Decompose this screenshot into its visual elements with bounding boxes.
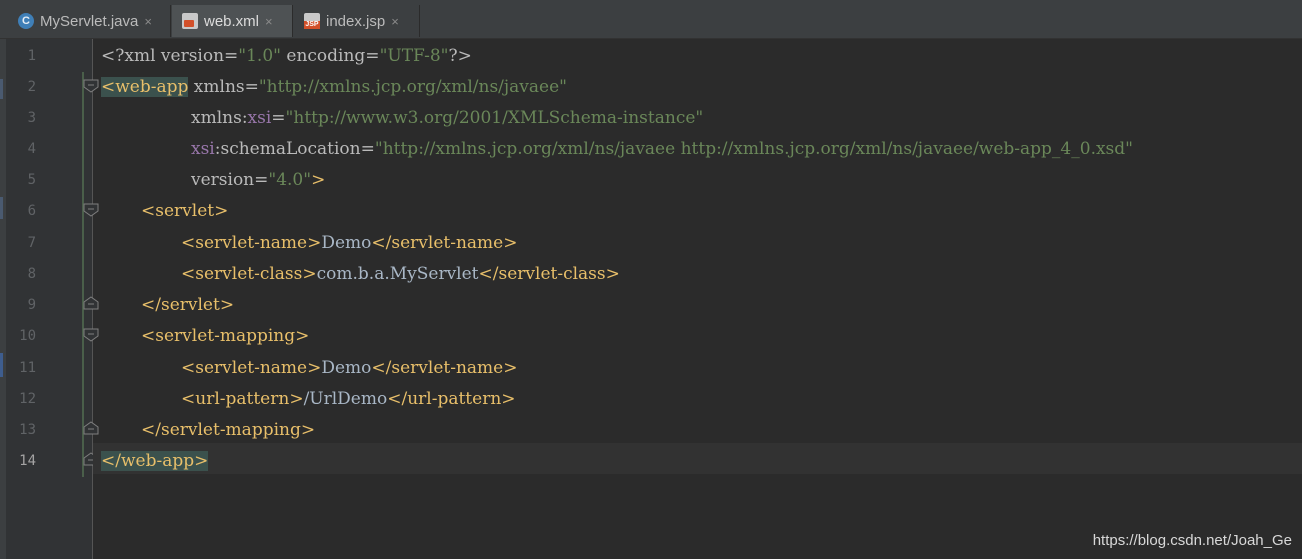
code-line-9[interactable]: </servlet> [141,290,234,321]
line-number: 11 [19,360,36,376]
code-line-14[interactable]: </web-app> [101,446,209,477]
code-line-4[interactable]: xsi:schemaLocation="http://xmlns.jcp.org… [191,134,1133,165]
xml-file-icon [182,13,198,29]
line-number-current: 14 [19,453,36,469]
code-line-7[interactable]: <servlet-name>Demo</servlet-name> [181,228,517,259]
strip-marker [0,79,3,99]
current-line-highlight [93,443,1302,474]
tab-myservlet-java[interactable]: C MyServlet.java × [8,5,171,37]
close-icon[interactable]: × [144,14,152,29]
line-number: 2 [27,79,36,95]
line-number: 4 [27,141,36,157]
tab-index-jsp[interactable]: JSP index.jsp × [294,5,420,37]
close-icon[interactable]: × [265,14,273,29]
line-number: 8 [27,266,36,282]
line-number: 9 [27,297,36,313]
editor-tab-bar: C MyServlet.java × web.xml × JSP index.j… [0,0,1302,39]
tab-web-xml[interactable]: web.xml × [172,5,293,37]
line-number: 7 [27,235,36,251]
code-editor[interactable]: <?xml version="1.0" encoding="UTF-8"?> <… [93,39,1302,559]
code-line-2[interactable]: <web-app xmlns="http://xmlns.jcp.org/xml… [101,72,567,103]
code-line-12[interactable]: <url-pattern>/UrlDemo</url-pattern> [181,384,516,415]
line-number: 10 [19,328,36,344]
jsp-file-icon: JSP [304,13,320,29]
line-number: 3 [27,110,36,126]
line-number-gutter[interactable]: 1 2 3 4 5 6 7 8 9 10 11 12 13 14 [6,39,99,559]
tab-label: web.xml [204,12,260,30]
tab-label: MyServlet.java [40,12,139,30]
tab-label: index.jsp [326,12,386,30]
code-line-10[interactable]: <servlet-mapping> [141,321,309,352]
code-line-1[interactable]: <?xml version="1.0" encoding="UTF-8"?> [101,41,472,72]
code-line-8[interactable]: <servlet-class>com.b.a.MyServlet</servle… [181,259,620,290]
strip-marker [0,197,3,219]
java-class-icon: C [18,13,34,29]
code-line-13[interactable]: </servlet-mapping> [141,415,315,446]
line-number: 6 [27,203,36,219]
close-icon[interactable]: × [391,14,399,29]
line-number: 13 [19,422,36,438]
line-number: 5 [27,172,36,188]
line-number: 12 [19,391,36,407]
watermark: https://blog.csdn.net/Joah_Ge [1092,532,1292,549]
line-number: 1 [27,48,36,64]
code-line-3[interactable]: xmlns:xsi="http://www.w3.org/2001/XMLSch… [191,103,703,134]
code-line-5[interactable]: version="4.0"> [191,165,325,196]
code-line-6[interactable]: <servlet> [141,196,228,227]
code-line-11[interactable]: <servlet-name>Demo</servlet-name> [181,353,517,384]
vcs-change-marker[interactable] [82,72,84,477]
strip-marker [0,353,3,377]
